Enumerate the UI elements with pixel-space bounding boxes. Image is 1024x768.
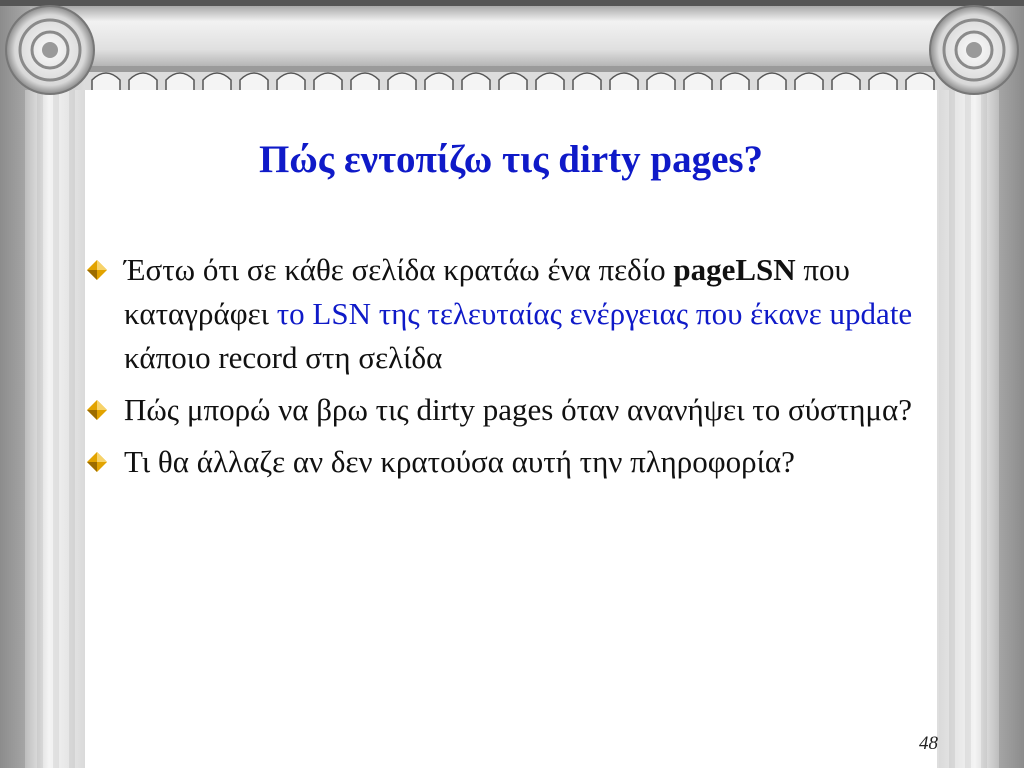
bullet-text: Τι θα άλλαζε αν δεν κρατούσα αυτή την πλ… <box>124 444 795 479</box>
bullet-text: Έστω ότι σε κάθε σελίδα κρατάω ένα πεδίο <box>124 252 674 287</box>
bullet-list: Έστω ότι σε κάθε σελίδα κρατάω ένα πεδίο… <box>86 248 936 492</box>
diamond-bullet-icon <box>87 260 107 280</box>
left-column <box>25 90 85 768</box>
ionic-volute-icon <box>929 5 1019 95</box>
ionic-volute-icon <box>5 5 95 95</box>
bullet-text: Πώς μπορώ να βρω τις dirty pages όταν αν… <box>124 392 913 427</box>
right-column <box>939 90 999 768</box>
page-number: 48 <box>919 733 938 754</box>
slide-title: Πώς εντοπίζω τις dirty pages? <box>258 138 764 181</box>
bullet-item: Έστω ότι σε κάθε σελίδα κρατάω ένα πεδίο… <box>86 248 936 380</box>
highlighted-text: το LSN της τελευταίας ενέργειας που έκαν… <box>276 296 913 331</box>
diamond-bullet-icon <box>87 400 107 420</box>
diamond-bullet-icon <box>87 452 107 472</box>
pagelsn-term: pageLSN <box>673 252 796 287</box>
bullet-item: Τι θα άλλαζε αν δεν κρατούσα αυτή την πλ… <box>86 440 936 484</box>
column-capital <box>0 0 1024 95</box>
bullet-text: κάποιο record στη σελίδα <box>124 340 443 375</box>
bullet-item: Πώς μπορώ να βρω τις dirty pages όταν αν… <box>86 388 936 432</box>
